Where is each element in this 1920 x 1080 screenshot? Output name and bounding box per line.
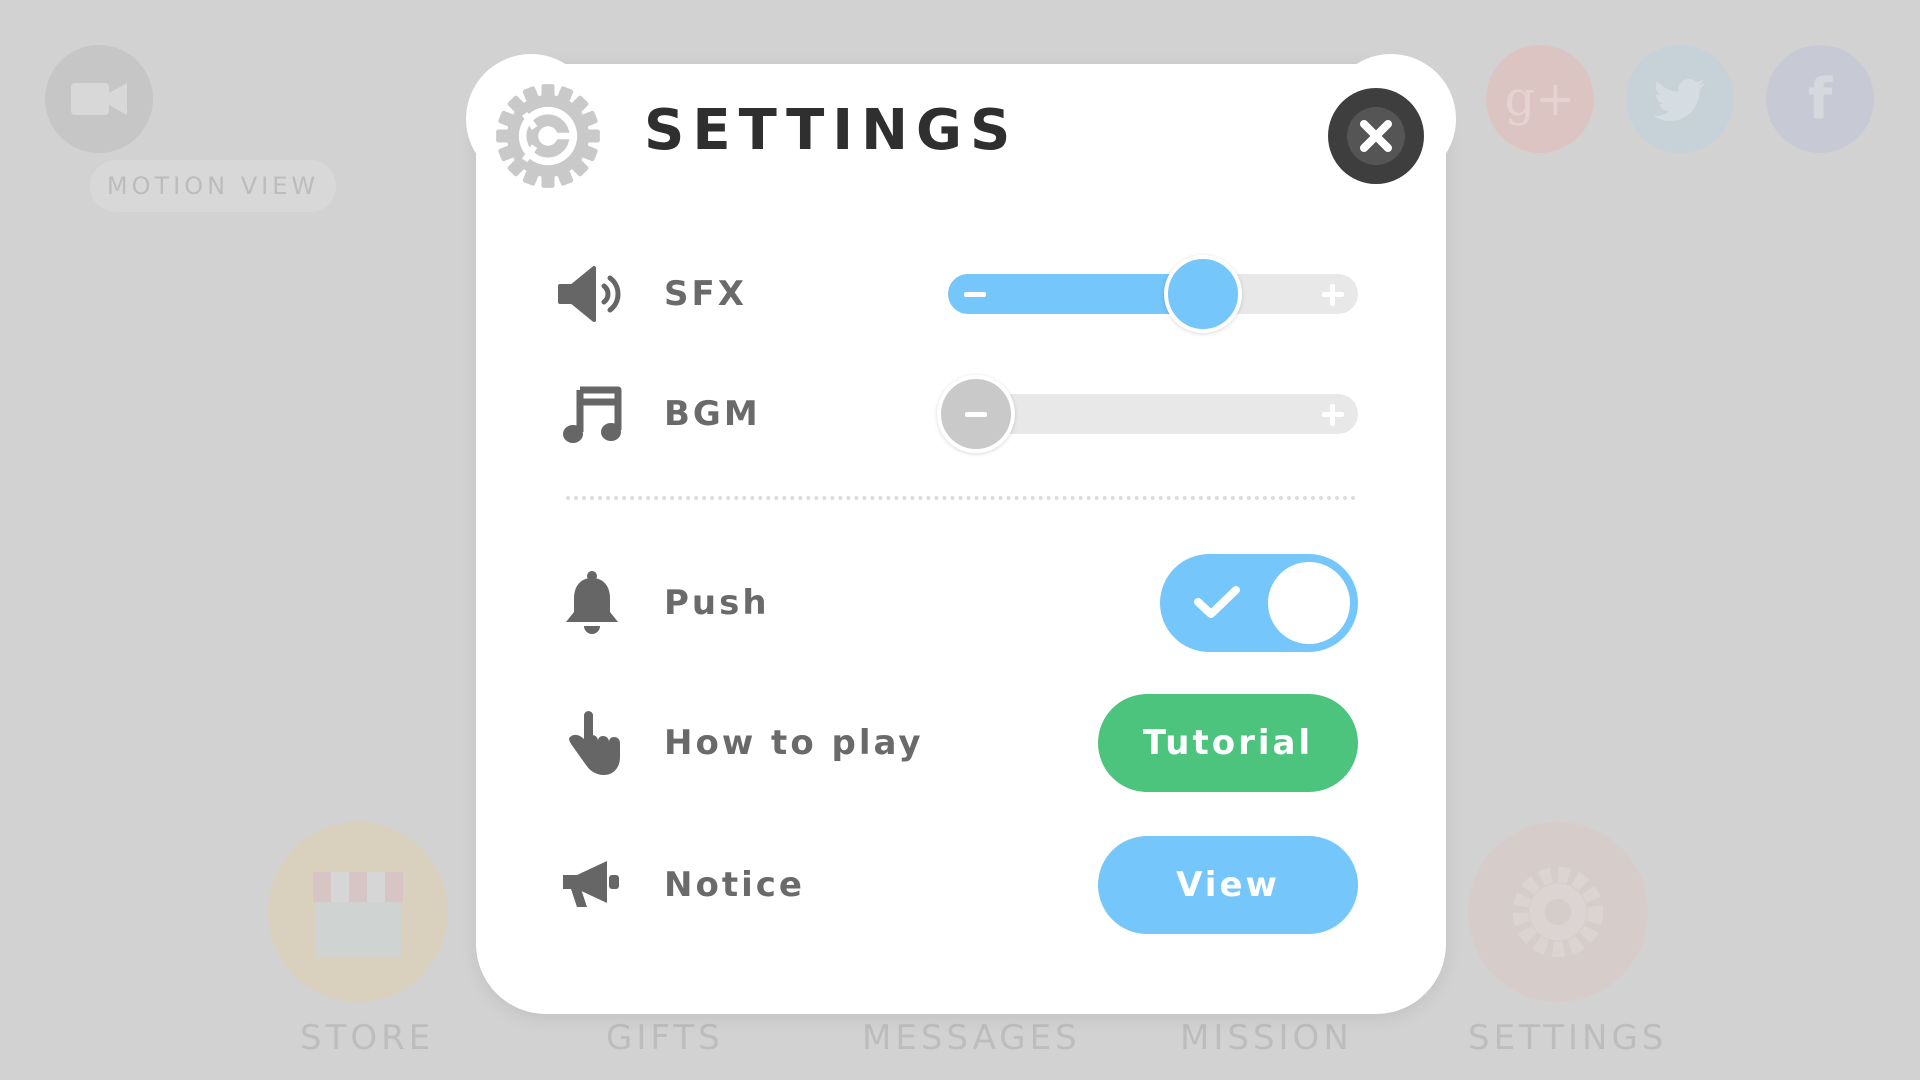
- bgm-row: BGM: [556, 369, 1358, 459]
- checkmark-icon: [1194, 586, 1240, 618]
- settings-dialog: SETTINGS SFX BGM Push How to play Tutori…: [466, 54, 1456, 1014]
- minus-icon: [965, 411, 987, 417]
- bgm-slider-thumb[interactable]: [937, 375, 1015, 453]
- minus-icon: [964, 292, 986, 297]
- sfx-slider[interactable]: [948, 255, 1358, 333]
- how-to-play-label: How to play: [664, 723, 924, 763]
- plus-icon: [1322, 284, 1344, 306]
- google-plus-button[interactable]: g+: [1486, 45, 1594, 153]
- nav-label-store: STORE: [300, 1018, 435, 1058]
- close-button[interactable]: [1328, 88, 1424, 184]
- store-button[interactable]: [268, 822, 448, 1002]
- bgm-label: BGM: [664, 394, 761, 434]
- google-plus-icon: g+: [1504, 71, 1576, 127]
- push-toggle[interactable]: [1160, 554, 1358, 652]
- facebook-button[interactable]: f: [1766, 45, 1874, 153]
- view-notice-button[interactable]: View: [1098, 836, 1358, 934]
- twitter-button[interactable]: [1626, 45, 1734, 153]
- twitter-icon: [1653, 79, 1705, 121]
- bgm-slider[interactable]: [937, 375, 1358, 453]
- notice-label: Notice: [664, 865, 805, 905]
- facebook-icon: f: [1807, 66, 1833, 132]
- store-icon: [313, 872, 403, 958]
- push-row: Push: [556, 554, 1358, 652]
- gear-icon: [1512, 866, 1604, 958]
- music-note-icon: [556, 378, 628, 450]
- section-divider: [566, 496, 1356, 500]
- sfx-slider-thumb[interactable]: [1163, 255, 1242, 333]
- nav-label-settings: SETTINGS: [1468, 1018, 1668, 1058]
- video-camera-icon: [71, 83, 127, 115]
- settings-nav-button[interactable]: [1468, 822, 1648, 1002]
- nav-label-mission: MISSION: [1180, 1018, 1353, 1058]
- how-to-play-row: How to play Tutorial: [556, 694, 1358, 792]
- pointing-hand-icon: [556, 707, 628, 779]
- megaphone-icon: [556, 849, 628, 921]
- speaker-icon: [556, 258, 628, 330]
- gear-icon: [496, 84, 600, 188]
- nav-label-gifts: GIFTS: [606, 1018, 724, 1058]
- motion-view-label: MOTION VIEW: [90, 160, 336, 212]
- close-icon: [1347, 107, 1405, 165]
- push-label: Push: [664, 583, 770, 623]
- sfx-label: SFX: [664, 274, 747, 314]
- sfx-row: SFX: [556, 249, 1358, 339]
- nav-label-messages: MESSAGES: [862, 1018, 1081, 1058]
- dialog-title: SETTINGS: [644, 98, 1019, 163]
- plus-icon: [1322, 404, 1344, 426]
- bell-icon: [556, 567, 628, 639]
- toggle-knob: [1268, 562, 1350, 644]
- notice-row: Notice View: [556, 836, 1358, 934]
- motion-view-button[interactable]: [45, 45, 153, 153]
- tutorial-button[interactable]: Tutorial: [1098, 694, 1358, 792]
